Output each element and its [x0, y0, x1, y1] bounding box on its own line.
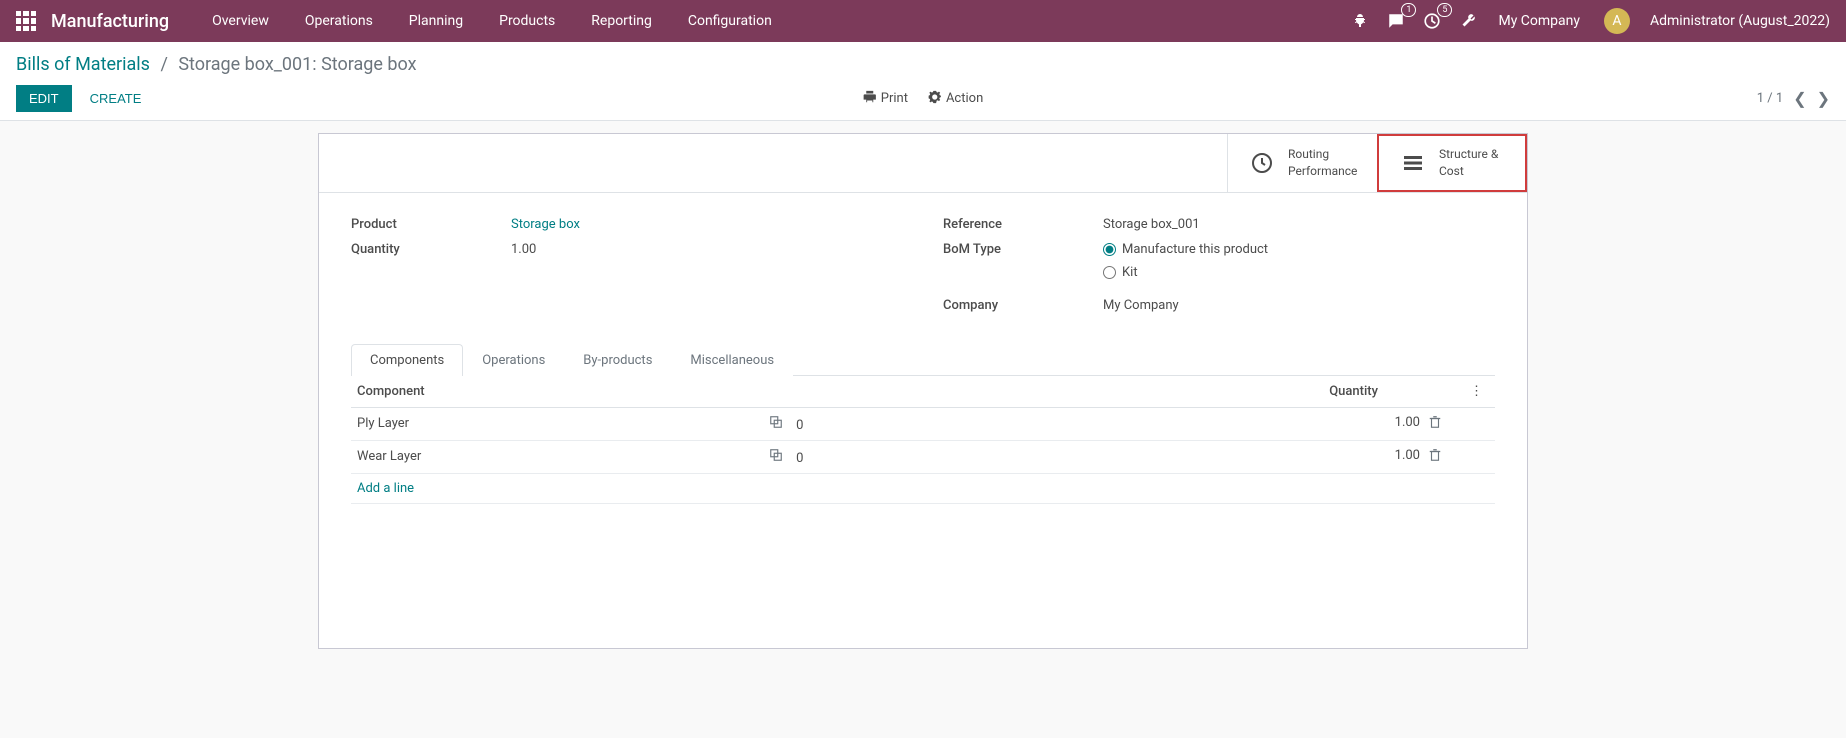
list-icon [1397, 147, 1429, 179]
cell-component: Ply Layer [351, 407, 763, 440]
pager-next[interactable]: ❯ [1817, 89, 1830, 108]
company-selector[interactable]: My Company [1498, 13, 1580, 29]
tab-components[interactable]: Components [351, 344, 463, 376]
nav-menu: Overview Operations Planning Products Re… [194, 0, 790, 42]
stat-structure-label: Structure & Cost [1439, 146, 1498, 180]
add-line-link[interactable]: Add a line [357, 481, 414, 496]
nav-planning[interactable]: Planning [391, 0, 481, 42]
add-line-row[interactable]: Add a line [351, 473, 1495, 503]
subheader: Bills of Materials / Storage box_001: St… [0, 42, 1846, 121]
topbar: Manufacturing Overview Operations Planni… [0, 0, 1846, 42]
topbar-right: 1 5 My Company A Administrator (August_2… [1348, 8, 1830, 34]
user-menu[interactable]: Administrator (August_2022) [1650, 13, 1830, 29]
nav-products[interactable]: Products [481, 0, 573, 42]
bom-type-label: BoM Type [943, 242, 1103, 288]
edit-button[interactable]: EDIT [16, 85, 72, 112]
nav-overview[interactable]: Overview [194, 0, 287, 42]
forecast-icon[interactable] [769, 418, 783, 433]
breadcrumb-sep: / [160, 54, 167, 75]
nav-reporting[interactable]: Reporting [573, 0, 670, 42]
pager-prev[interactable]: ❮ [1793, 89, 1806, 108]
breadcrumb: Bills of Materials / Storage box_001: St… [16, 54, 1830, 75]
qty-value: 1.00 [1395, 415, 1420, 430]
activity-icon[interactable]: 5 [1420, 9, 1444, 33]
uom-icon[interactable] [1428, 448, 1442, 466]
messaging-icon[interactable]: 1 [1384, 9, 1408, 33]
product-value[interactable]: Storage box [511, 217, 580, 232]
form-sheet: Routing Performance Structure & Cost Pro… [318, 133, 1528, 649]
tab-miscellaneous[interactable]: Miscellaneous [671, 344, 793, 376]
gear-icon [928, 90, 942, 108]
quantity-value: 1.00 [511, 242, 536, 257]
apps-icon[interactable] [16, 11, 36, 31]
action-label: Action [946, 91, 983, 106]
form-body: Product Storage box Quantity 1.00 Refere… [319, 193, 1527, 648]
chat-badge: 1 [1401, 3, 1416, 17]
reference-value: Storage box_001 [1103, 217, 1200, 232]
table-row[interactable]: Wear Layer 0 1.00 [351, 440, 1495, 473]
breadcrumb-current: Storage box_001: Storage box [178, 54, 416, 75]
bom-type-kit[interactable]: Kit [1103, 265, 1268, 280]
print-icon [863, 90, 877, 108]
bom-type-manufacture[interactable]: Manufacture this product [1103, 242, 1268, 257]
col-menu-icon[interactable]: ⋮ [1464, 384, 1489, 399]
pager: 1 / 1 ❮ ❯ [1757, 89, 1830, 108]
col-quantity[interactable]: Quantity [831, 376, 1458, 408]
stat-buttons: Routing Performance Structure & Cost [319, 134, 1527, 193]
print-label: Print [881, 91, 908, 106]
forecast-value: 0 [796, 418, 803, 433]
pager-text: 1 / 1 [1757, 91, 1783, 106]
uom-icon[interactable] [1428, 415, 1442, 433]
components-table: Component Quantity ⋮ Ply Layer 0 [351, 376, 1495, 504]
bom-type-kit-radio[interactable] [1103, 266, 1116, 279]
table-row[interactable]: Ply Layer 0 1.00 [351, 407, 1495, 440]
tab-byproducts[interactable]: By-products [564, 344, 671, 376]
avatar[interactable]: A [1604, 8, 1630, 34]
action-bar: EDIT CREATE Print Action 1 / 1 ❮ ❯ [16, 85, 1830, 112]
create-button[interactable]: CREATE [78, 86, 154, 111]
forecast-value: 0 [796, 451, 803, 466]
reference-label: Reference [943, 217, 1103, 232]
stat-routing-label: Routing Performance [1288, 146, 1357, 180]
nav-configuration[interactable]: Configuration [670, 0, 790, 42]
tab-operations[interactable]: Operations [463, 344, 564, 376]
activity-badge: 5 [1437, 3, 1452, 17]
nav-operations[interactable]: Operations [287, 0, 391, 42]
qty-value: 1.00 [1395, 448, 1420, 463]
company-label: Company [943, 298, 1103, 313]
quantity-label: Quantity [351, 242, 511, 257]
bug-icon[interactable] [1348, 9, 1372, 33]
clock-icon [1246, 147, 1278, 179]
forecast-icon[interactable] [769, 451, 783, 466]
breadcrumb-root[interactable]: Bills of Materials [16, 54, 150, 75]
tabs: Components Operations By-products Miscel… [351, 343, 1495, 376]
content: Routing Performance Structure & Cost Pro… [0, 121, 1846, 649]
print-button[interactable]: Print [863, 90, 908, 108]
app-title[interactable]: Manufacturing [51, 11, 169, 32]
bom-type-opt1-label: Manufacture this product [1122, 242, 1268, 257]
company-value: My Company [1103, 298, 1179, 313]
tools-icon[interactable] [1456, 9, 1480, 33]
product-label: Product [351, 217, 511, 232]
bom-type-opt2-label: Kit [1122, 265, 1138, 280]
col-component[interactable]: Component [351, 376, 763, 408]
action-button[interactable]: Action [928, 90, 983, 108]
bom-type-manufacture-radio[interactable] [1103, 243, 1116, 256]
cell-component: Wear Layer [351, 440, 763, 473]
stat-structure-cost[interactable]: Structure & Cost [1377, 134, 1527, 192]
stat-routing-performance[interactable]: Routing Performance [1227, 134, 1377, 192]
